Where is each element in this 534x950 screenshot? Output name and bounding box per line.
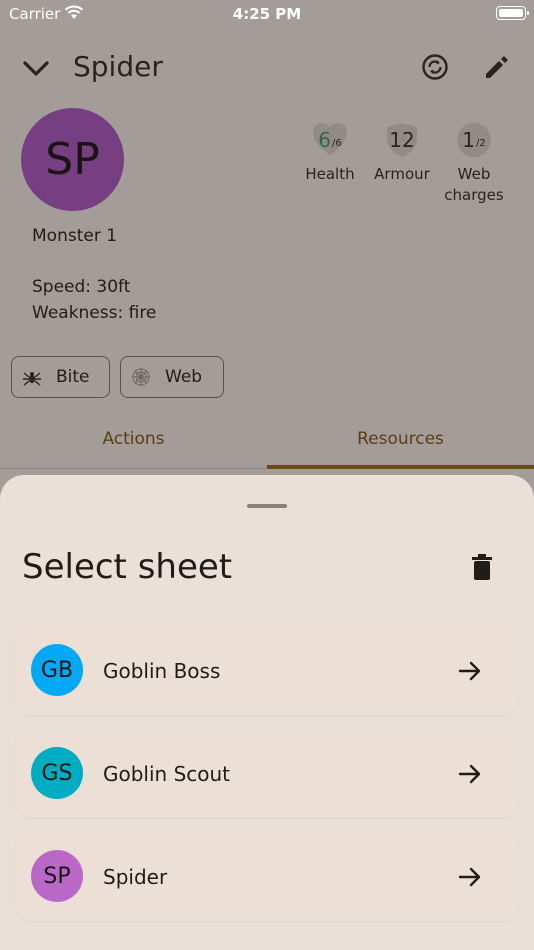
avatar-initials: GB [40,657,74,683]
health-max: /6 [332,137,342,149]
avatar: SP [21,108,124,211]
edit-icon[interactable] [480,50,514,84]
sheet-title: Select sheet [22,547,233,587]
web-chip[interactable]: Web [120,356,224,398]
trash-icon[interactable] [466,551,498,583]
arrow-right-icon[interactable] [456,863,484,891]
creature-subtitle: Monster 1 [32,226,118,246]
weakness-text: Weakness: fire [32,303,157,323]
web-charges-max: /2 [476,137,486,149]
web-charges-stat[interactable]: 1/2 Web charges [442,122,506,206]
avatar: GS [31,747,83,799]
arrow-right-icon[interactable] [456,760,484,788]
avatar: SP [31,850,83,902]
battery-icon [496,6,529,20]
bite-chip-label: Bite [56,367,90,387]
web-charges-label-line2: charges [444,186,504,204]
web-charges-value: 1 [462,128,475,152]
bite-chip[interactable]: Bite [11,356,110,398]
sheet-item-spider[interactable]: SP Spider [16,831,518,921]
drag-handle[interactable] [247,504,287,508]
spider-icon [23,372,41,386]
health-value: 6 [318,128,331,152]
avatar-initials: SP [45,134,100,185]
tab-actions[interactable]: Actions [0,418,267,466]
select-sheet-panel: Select sheet GB Goblin Boss GS Goblin Sc… [0,475,534,950]
sheet-item-name: Spider [103,865,168,889]
armour-stat[interactable]: 12 Armour [372,122,432,185]
avatar-initials: SP [43,863,71,889]
armour-value: 12 [389,128,415,152]
status-bar: Carrier 4:25 PM [0,0,534,28]
armour-label: Armour [374,165,430,183]
health-stat[interactable]: 6/6 Health [300,122,360,185]
sheet-item-goblin-boss[interactable]: GB Goblin Boss [16,625,518,715]
sync-icon[interactable] [418,50,452,84]
avatar-initials: GS [41,760,73,786]
sheet-item-name: Goblin Boss [103,659,221,683]
page-title: Spider [73,50,163,83]
sheet-item-goblin-scout[interactable]: GS Goblin Scout [16,728,518,818]
speed-text: Speed: 30ft [32,277,131,297]
avatar: GB [31,644,83,696]
web-charges-label-line1: Web [457,165,491,183]
web-icon [132,368,150,386]
sheet-item-name: Goblin Scout [103,762,231,786]
app-header: Spider [0,40,534,96]
clock: 4:25 PM [232,5,302,23]
health-label: Health [305,165,355,183]
arrow-right-icon[interactable] [456,657,484,685]
web-chip-label: Web [165,367,203,387]
tab-active-indicator [267,465,534,469]
chevron-down-icon[interactable] [18,50,54,86]
tab-resources[interactable]: Resources [267,418,534,466]
